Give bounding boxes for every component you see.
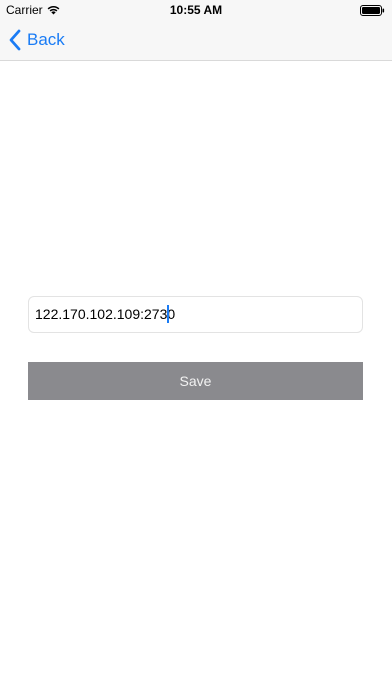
save-button[interactable]: Save	[28, 362, 363, 400]
server-address-input[interactable]	[28, 296, 363, 333]
screen: Carrier 10:55 AM Back 122.170.102.109:27…	[0, 0, 392, 696]
back-button[interactable]: Back	[9, 28, 65, 52]
text-cursor	[167, 305, 169, 323]
status-time: 10:55 AM	[169, 3, 223, 17]
chevron-left-icon	[9, 29, 21, 51]
back-label: Back	[27, 30, 65, 49]
status-bar: Carrier 10:55 AM	[0, 0, 392, 20]
navigation-bar: Back	[0, 20, 392, 61]
battery-icon	[360, 5, 385, 16]
